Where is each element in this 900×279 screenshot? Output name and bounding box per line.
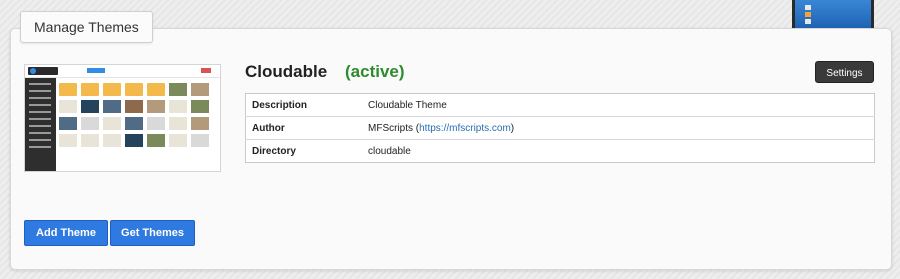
detail-label-author: Author xyxy=(245,116,362,140)
get-themes-button[interactable]: Get Themes xyxy=(110,220,195,246)
theme-status-badge: (active) xyxy=(345,62,405,81)
detail-value-author: MFScripts (https://mfscripts.com) xyxy=(362,116,875,140)
author-link[interactable]: https://mfscripts.com xyxy=(419,123,511,134)
detail-value-description: Cloudable Theme xyxy=(362,93,875,117)
table-row: Directory cloudable xyxy=(245,139,875,163)
settings-button[interactable]: Settings xyxy=(815,61,874,83)
detail-label-description: Description xyxy=(245,93,362,117)
table-row: Author MFScripts (https://mfscripts.com) xyxy=(245,116,875,140)
theme-preview-thumbnail xyxy=(24,64,221,172)
detail-value-directory: cloudable xyxy=(362,139,875,163)
author-suffix: ) xyxy=(510,122,515,134)
theme-details-table: Description Cloudable Theme Author MFScr… xyxy=(245,93,875,163)
author-name: MFScripts ( xyxy=(368,122,420,134)
theme-name: Cloudable xyxy=(245,62,328,81)
detail-label-directory: Directory xyxy=(245,139,362,163)
preview-logo xyxy=(28,67,58,75)
panel-title: Manage Themes xyxy=(20,11,153,43)
table-row: Description Cloudable Theme xyxy=(245,93,875,117)
add-theme-button[interactable]: Add Theme xyxy=(24,220,108,246)
